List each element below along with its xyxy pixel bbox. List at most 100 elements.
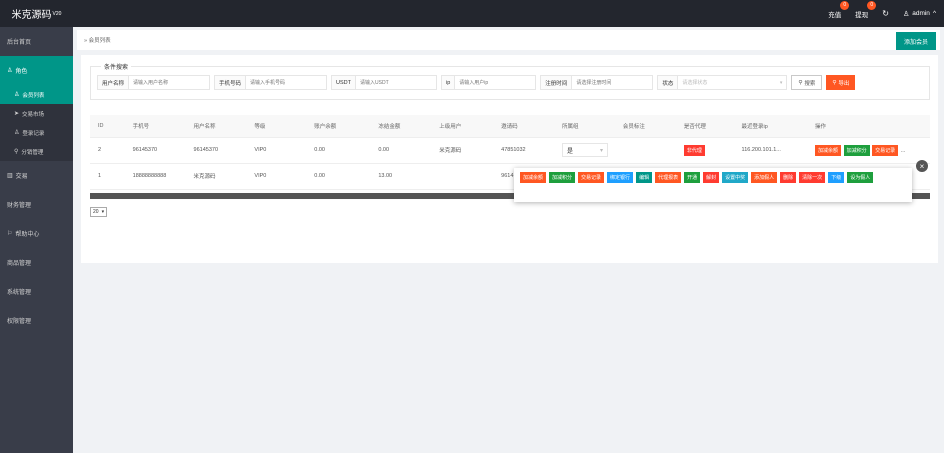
sidebar-item-label: 系统管理: [7, 290, 32, 296]
table-header-row: ID 手机号 用户名称 等级 账户余额 冻结金额 上级用户 邀请码 所属组 会员…: [90, 115, 930, 138]
column-header[interactable]: 邀请码: [493, 115, 555, 138]
recharge-badge: 0: [840, 0, 850, 10]
adjust-balance-button[interactable]: 加减余额: [815, 144, 842, 156]
column-header[interactable]: 是否代理: [675, 115, 734, 138]
column-header[interactable]: 会员标注: [614, 115, 676, 138]
export-label: 导出: [838, 80, 850, 87]
adjust-points-button[interactable]: 加减积分: [549, 172, 576, 183]
status-select[interactable]: 请选择状态 ▾: [678, 76, 786, 89]
add-fake-button[interactable]: 添加假人: [751, 172, 778, 183]
user-icon: ♙: [902, 10, 910, 18]
sidebar-item-login-log[interactable]: ♙ 登录记录: [0, 123, 73, 142]
sidebar-item-permission[interactable]: 权限管理: [0, 306, 73, 335]
cell-agent: 非代理: [675, 137, 734, 164]
agent-report-button[interactable]: 代理报表: [655, 172, 682, 183]
username-input[interactable]: [129, 76, 210, 89]
sidebar-item-label: 权限管理: [7, 319, 32, 325]
set-fake-button[interactable]: 设为假人: [847, 172, 874, 183]
page-size-value: 20: [93, 209, 99, 215]
sidebar-item-label: 会员列表: [22, 92, 45, 99]
member-panel: 条件搜索 用户名称 手机号码 USDT ip: [81, 55, 938, 263]
page-size-select[interactable]: 20 ▾: [90, 207, 108, 217]
register-time-input[interactable]: [572, 76, 653, 89]
sidebar-item-system[interactable]: 系统管理: [0, 277, 73, 306]
sidebar-item-goods[interactable]: 商品管理: [0, 248, 73, 277]
column-header[interactable]: 用户名称: [185, 115, 247, 138]
help-icon: ⚐: [7, 231, 13, 237]
clear-once-button[interactable]: 清除一次: [799, 172, 826, 183]
cell-phone: 18888888888: [124, 163, 186, 190]
group-value: 是: [567, 148, 574, 155]
set-prize-button[interactable]: 设置中奖: [722, 172, 749, 183]
more-icon[interactable]: ...: [901, 148, 906, 154]
cell-level: VIP0: [246, 137, 307, 164]
sidebar-item-help[interactable]: ⚐ 帮助中心: [0, 219, 73, 248]
sidebar-item-role[interactable]: ♙ 角色: [0, 56, 73, 85]
user-icon: ♙: [7, 68, 13, 74]
export-button[interactable]: ⚲ 导出: [826, 75, 856, 90]
add-member-button[interactable]: 添加会员: [895, 32, 936, 50]
adjust-points-button[interactable]: 加减积分: [843, 144, 870, 156]
filter-label: ip: [442, 76, 456, 89]
chevron-down-icon: ▾: [779, 79, 783, 86]
phone-input[interactable]: [246, 76, 327, 89]
close-icon[interactable]: ×: [916, 160, 928, 172]
cell-name: 米克源码: [185, 163, 247, 190]
delete-button[interactable]: 删除: [780, 172, 797, 183]
usdt-input[interactable]: [356, 76, 437, 89]
sidebar-item-distribution[interactable]: ⚲ 分销管理: [0, 142, 73, 161]
column-header[interactable]: ID: [90, 115, 125, 138]
filter-register-time: 注册时间: [540, 75, 654, 90]
recharge-button[interactable]: 充值 0: [828, 0, 850, 19]
filter-label: 状态: [658, 76, 679, 89]
adjust-balance-button[interactable]: 加减余额: [520, 172, 547, 183]
column-header[interactable]: 账户余额: [306, 115, 371, 138]
column-header[interactable]: 最近登录ip: [733, 115, 808, 138]
sidebar-item-label: 角色: [15, 69, 28, 75]
sidebar-item-trade-market[interactable]: ➤ 交易市场: [0, 104, 73, 123]
sidebar-item-finance[interactable]: 财务管理: [0, 190, 73, 219]
cell-ops: 加减余额 加减积分 交易记录 ...: [807, 137, 930, 164]
search-button[interactable]: ⚲ 搜索: [791, 75, 823, 90]
filter-status: 状态 请选择状态 ▾: [657, 75, 788, 90]
trade-records-button[interactable]: 交易记录: [872, 144, 899, 156]
user-menu[interactable]: ♙ admin ^: [903, 10, 936, 18]
filter-phone: 手机号码: [214, 75, 328, 90]
sidebar-item-trade[interactable]: ▥ 交易: [0, 161, 73, 190]
unban-button[interactable]: 解封: [703, 172, 720, 183]
filter-label: USDT: [332, 76, 357, 89]
ip-input[interactable]: [455, 76, 536, 89]
column-header[interactable]: 操作: [807, 115, 930, 138]
column-header[interactable]: 等级: [246, 115, 307, 138]
column-header[interactable]: 冻结金额: [370, 115, 432, 138]
sidebar-item-label: 后台首页: [7, 40, 32, 46]
users-icon: ♙: [14, 130, 20, 136]
search-icon: ⚲: [798, 79, 803, 86]
sidebar: 后台首页 ♙ 角色 ♙ 会员列表 ➤ 交易市场 ♙ 登录记录 ⚲ 分销管理 ▥ 交易 财务管…: [0, 27, 73, 453]
table-row: 2 96145370 96145370 VIP0 0.00 0.00 米克源码 …: [90, 137, 930, 164]
withdraw-label: 提现: [855, 11, 869, 19]
sidebar-item-label: 交易: [15, 174, 28, 180]
group-select[interactable]: 是 ▾: [562, 143, 609, 157]
withdraw-badge: 0: [867, 0, 877, 10]
column-header[interactable]: 所属组: [554, 115, 615, 138]
withdraw-button[interactable]: 提现 0: [855, 0, 877, 19]
column-header[interactable]: 手机号: [124, 115, 186, 138]
main-content: » 会员列表 添加会员 条件搜索 用户名称 手机号码 USDT ip: [73, 27, 944, 453]
sidebar-item-member-list[interactable]: ♙ 会员列表: [0, 85, 73, 104]
sidebar-item-home[interactable]: 后台首页: [0, 27, 73, 56]
enable-button[interactable]: 开通: [684, 172, 701, 183]
top-bar: 米克源码 V20 充值 0 提现 0 ↻ ♙ admin ^: [0, 0, 944, 27]
recharge-label: 充值: [828, 11, 842, 19]
chevron-down-icon: ▾: [600, 147, 604, 154]
cell-frozen: 0.00: [370, 137, 432, 164]
bind-bank-button[interactable]: 绑定银行: [607, 172, 634, 183]
subordinates-button[interactable]: 下级: [828, 172, 845, 183]
chart-icon: ▥: [7, 173, 13, 179]
refresh-icon[interactable]: ↻: [882, 9, 889, 18]
filter-ip: ip: [441, 75, 537, 90]
cell-note: [614, 137, 676, 164]
column-header[interactable]: 上级用户: [431, 115, 494, 138]
edit-button[interactable]: 编辑: [636, 172, 653, 183]
trade-records-button[interactable]: 交易记录: [578, 172, 605, 183]
